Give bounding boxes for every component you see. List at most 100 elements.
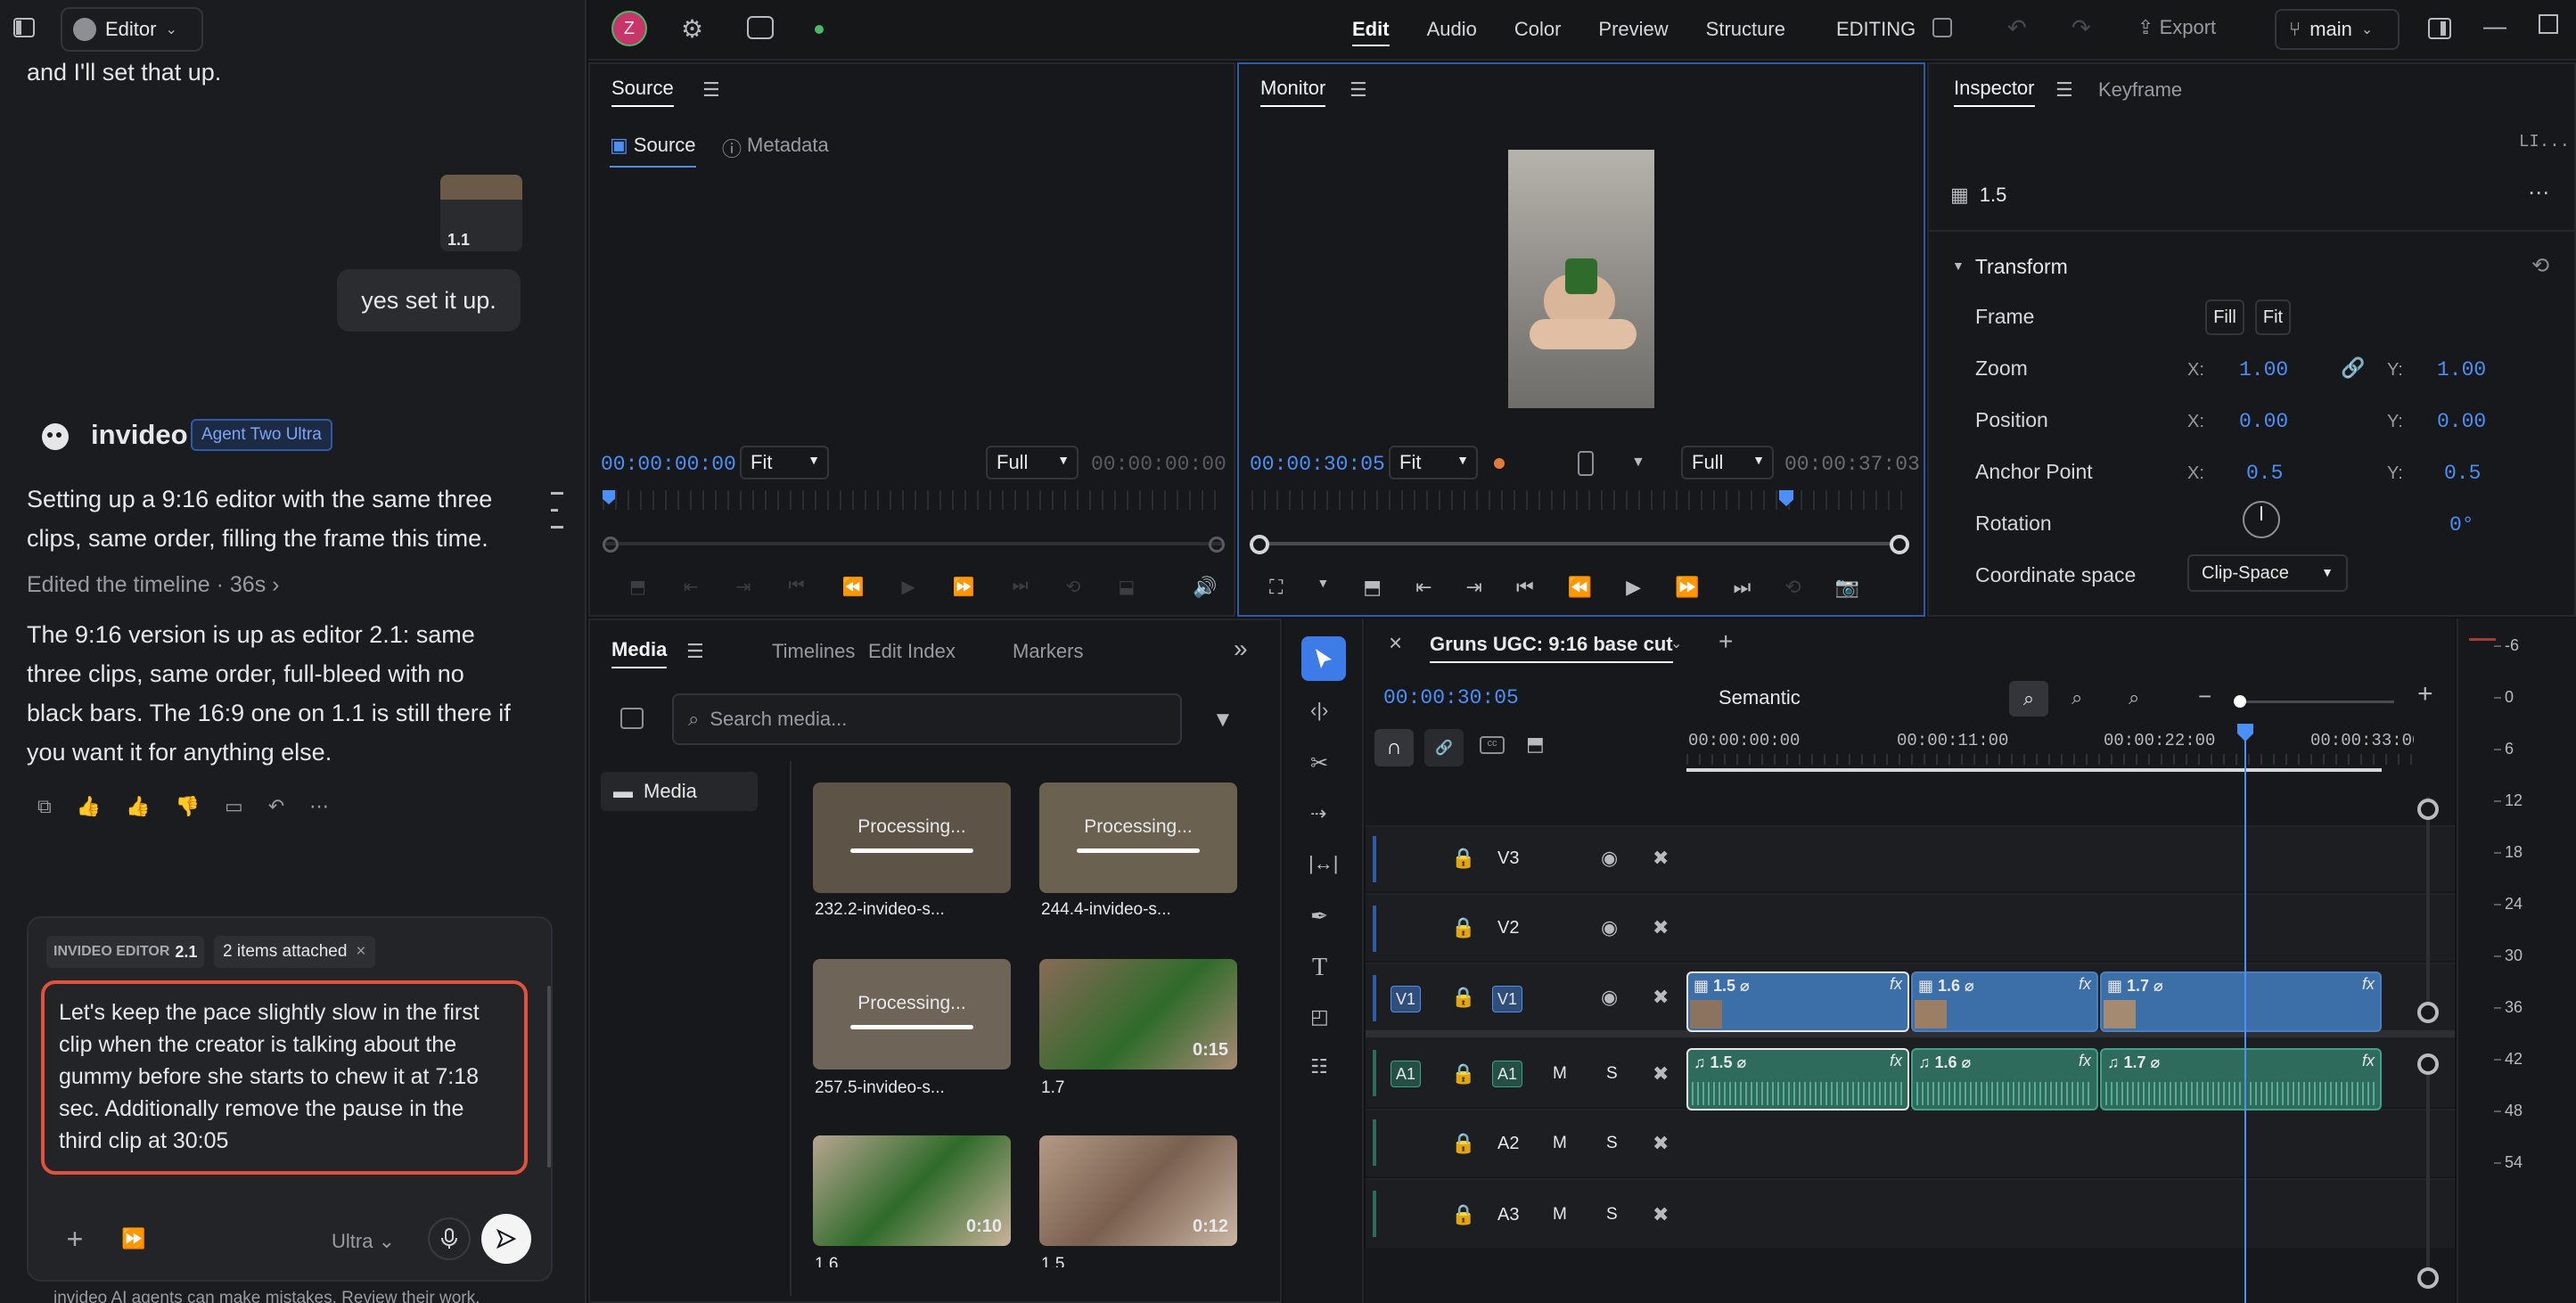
- tools-icon[interactable]: ✖: [1653, 1132, 1669, 1155]
- slide-tool-icon[interactable]: |↔|: [1309, 852, 1338, 875]
- tab-structure[interactable]: Structure: [1706, 18, 1785, 46]
- prev-frame-icon[interactable]: ⏮: [788, 576, 804, 598]
- play-icon[interactable]: ▶: [901, 576, 915, 598]
- fx-icon[interactable]: fx: [2079, 1052, 2091, 1070]
- fx-icon[interactable]: fx: [1890, 1052, 1902, 1070]
- tab-metadata[interactable]: ⓘ Metadata: [722, 134, 829, 162]
- media-folder[interactable]: ▬ Media: [601, 772, 758, 811]
- monitor-zoom-end[interactable]: [1890, 535, 1909, 554]
- monitor-zoom-bar[interactable]: [1251, 542, 1909, 545]
- zoom-slider-handle[interactable]: [2234, 695, 2246, 708]
- add-icon[interactable]: +: [55, 1219, 94, 1258]
- insert-icon[interactable]: ⬓: [1118, 576, 1135, 598]
- position-x-value[interactable]: 0.00: [2239, 410, 2288, 433]
- media-item-5[interactable]: 0:10: [813, 1135, 1011, 1246]
- branch-selector[interactable]: ⑂ main ⌄: [2275, 9, 2400, 50]
- settings-gear-icon[interactable]: ⚙: [681, 14, 703, 44]
- text-tool-icon[interactable]: T: [1312, 954, 1327, 982]
- audio-scroll-top[interactable]: [2417, 1053, 2439, 1075]
- volume-icon[interactable]: 🔊: [1193, 576, 1217, 599]
- tab-source[interactable]: ▣ Source: [610, 134, 696, 168]
- fast-forward-icon[interactable]: ⏩: [114, 1219, 153, 1258]
- zoom-fit-icon[interactable]: ⌕: [2071, 686, 2082, 709]
- chevron-down-icon[interactable]: ⌄: [1670, 635, 1682, 652]
- tools-icon[interactable]: ✖: [1653, 1203, 1669, 1226]
- anchor-x-value[interactable]: 0.5: [2246, 462, 2283, 485]
- monitor-zoom-start[interactable]: [1250, 535, 1269, 554]
- fx-icon[interactable]: fx: [1890, 975, 1902, 994]
- transform-section-header[interactable]: ▼ Transform: [1952, 255, 2068, 279]
- semantic-label[interactable]: Semantic: [1719, 686, 1801, 709]
- more-icon[interactable]: ⋯: [309, 795, 329, 818]
- inspector-tab[interactable]: Inspector: [1954, 77, 2035, 107]
- lock-icon[interactable]: 🔒: [1451, 916, 1475, 939]
- search-input[interactable]: ⌕ Search media...: [672, 693, 1182, 745]
- source-ruler[interactable]: [603, 490, 1223, 510]
- slip-tool-icon[interactable]: ⇢: [1310, 802, 1326, 825]
- in-point-icon[interactable]: ⇤: [1415, 576, 1432, 599]
- anchor-y-value[interactable]: 0.5: [2444, 462, 2481, 485]
- source-zoom-end[interactable]: [1209, 537, 1225, 553]
- timeline-playhead-handle[interactable]: [2237, 724, 2253, 742]
- layers-tool-icon[interactable]: ☷: [1310, 1055, 1328, 1078]
- audio-scrollbar[interactable]: [2426, 1055, 2430, 1269]
- source-zoom-start[interactable]: [603, 537, 619, 553]
- editor-context-chip[interactable]: INVIDEO EDITOR 2.1: [46, 936, 205, 968]
- tab-preview[interactable]: Preview: [1598, 18, 1668, 46]
- prev-frame-icon[interactable]: ⏮: [1516, 576, 1534, 599]
- tab-audio[interactable]: Audio: [1427, 18, 1477, 46]
- zoom-y-value[interactable]: 1.00: [2437, 358, 2486, 381]
- zoom-out-icon[interactable]: −: [2198, 683, 2211, 710]
- caret-down-icon[interactable]: ▼: [1631, 455, 1645, 471]
- zoom-in-icon[interactable]: +: [2417, 679, 2433, 709]
- panel-toggle-icon[interactable]: [2428, 18, 2451, 39]
- monitor-fit-select[interactable]: Fit ▼: [1389, 446, 1478, 479]
- sidebar-toggle-icon[interactable]: [12, 16, 36, 44]
- input-scrollbar[interactable]: [547, 986, 551, 1168]
- source-patch-a1[interactable]: A1: [1391, 1061, 1421, 1087]
- maximize-icon[interactable]: [2539, 14, 2558, 34]
- mute-button[interactable]: M: [1553, 1064, 1567, 1084]
- source-fit-select[interactable]: Fit ▼: [740, 446, 829, 479]
- audio-clip-2[interactable]: ♫ 1.6 ⌀ fx: [1911, 1048, 2098, 1110]
- forward-icon[interactable]: ⏩: [1675, 576, 1699, 599]
- forward-icon[interactable]: ⏩: [953, 576, 975, 598]
- menu-icon[interactable]: ☰: [686, 640, 704, 663]
- video-scroll-top[interactable]: [2417, 799, 2439, 820]
- tab-edit-index[interactable]: Edit Index: [868, 640, 956, 663]
- menu-icon[interactable]: ☰: [702, 78, 720, 102]
- lock-icon[interactable]: 🔒: [1451, 1062, 1475, 1086]
- source-patch-v1[interactable]: V1: [1391, 986, 1421, 1012]
- select-tool-icon[interactable]: [1301, 636, 1346, 681]
- audio-clip-3[interactable]: ♫ 1.7 ⌀ fx: [2100, 1048, 2382, 1110]
- menu-icon[interactable]: ☰: [2055, 78, 2073, 102]
- source-quality-select[interactable]: Full ▼: [986, 446, 1079, 479]
- media-item-3[interactable]: Processing...: [813, 959, 1011, 1069]
- mute-button[interactable]: M: [1553, 1205, 1567, 1225]
- ripple-tool-icon[interactable]: ‹|›: [1310, 699, 1328, 722]
- next-frame-icon[interactable]: ⏭: [1733, 576, 1751, 599]
- comment-icon[interactable]: ▭: [225, 795, 243, 818]
- timeline-playhead[interactable]: [2244, 725, 2246, 1303]
- loop-icon[interactable]: ⟲: [1066, 576, 1081, 598]
- zoom-selection-icon[interactable]: ⌕: [2129, 686, 2139, 709]
- loop-icon[interactable]: ⟲: [1784, 576, 1801, 599]
- caret-down-icon[interactable]: ▼: [1317, 576, 1329, 599]
- tools-icon[interactable]: ✖: [1653, 1062, 1669, 1086]
- video-clip-2[interactable]: ▦ 1.6 ⌀ fx: [1911, 971, 2098, 1032]
- track-v1-label[interactable]: V1: [1492, 986, 1522, 1012]
- play-icon[interactable]: ▶: [1626, 576, 1641, 599]
- thumbs-up-icon[interactable]: 👍: [126, 795, 150, 818]
- layout-icon[interactable]: [1932, 18, 1952, 37]
- tools-icon[interactable]: ✖: [1653, 986, 1669, 1009]
- send-button[interactable]: [481, 1214, 531, 1264]
- marker-icon[interactable]: ⬒: [1363, 576, 1382, 599]
- tab-edit[interactable]: Edit: [1352, 18, 1390, 46]
- video-scroll-bottom[interactable]: [2417, 1002, 2439, 1023]
- safe-area-icon[interactable]: ⛶: [1269, 576, 1283, 599]
- razor-tool-icon[interactable]: ✂: [1310, 750, 1328, 776]
- next-frame-icon[interactable]: ⏭: [1013, 576, 1029, 598]
- rewind-icon[interactable]: ⏪: [841, 576, 864, 598]
- captions-icon[interactable]: cc: [1480, 736, 1505, 754]
- editor-selector[interactable]: Editor ⌄: [61, 7, 203, 52]
